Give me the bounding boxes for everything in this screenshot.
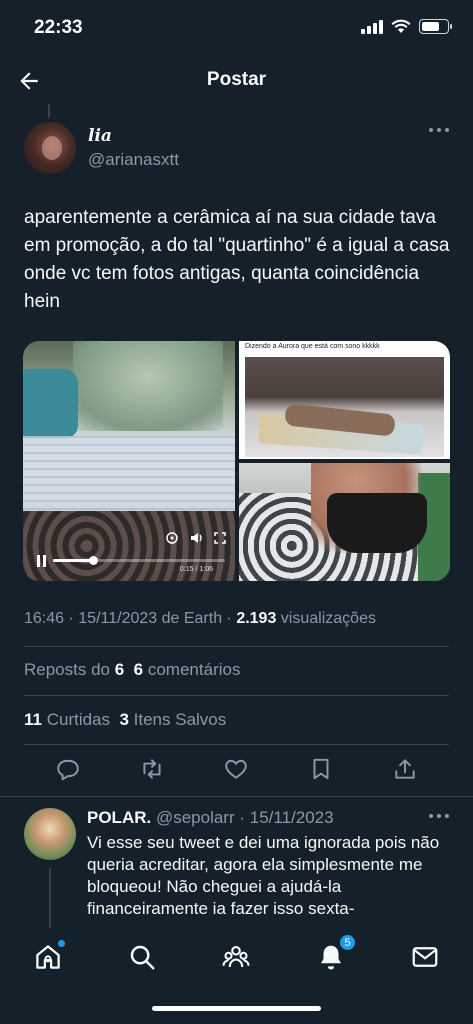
- reply-header: POLAR. @sepolarr · 15/11/2023: [87, 808, 334, 828]
- like-icon[interactable]: [223, 756, 249, 782]
- author-handle[interactable]: @arianasxtt: [88, 150, 179, 170]
- stats-likes-saves: 11 Curtidas 3 Itens Salvos: [24, 710, 226, 730]
- communities-icon: [222, 945, 250, 968]
- pause-icon[interactable]: [37, 555, 47, 567]
- tweet-source: de Earth: [157, 610, 223, 627]
- repost-icon[interactable]: [139, 756, 165, 782]
- photo-caption: Dizendo a Aurora que está com sono kkkkk: [245, 343, 380, 350]
- page-title: Postar: [206, 69, 267, 90]
- video-progress[interactable]: [53, 556, 225, 565]
- tab-communities[interactable]: [221, 942, 251, 972]
- tab-home[interactable]: [33, 940, 65, 972]
- video-time: 0:15 / 1:06: [179, 566, 213, 573]
- saves-stat[interactable]: 3 Itens Salvos: [119, 710, 226, 729]
- reply-text: Vi esse seu tweet e dei uma ignorada poi…: [87, 833, 440, 918]
- reply-author-name[interactable]: POLAR.: [87, 808, 151, 827]
- tweet-media: 0:15 / 1:06 Dizendo a Aurora que está co…: [23, 341, 450, 581]
- views-count: 2.193: [236, 610, 277, 627]
- reply-date: · 15/11/2023: [234, 808, 334, 827]
- status-icons: [361, 19, 452, 34]
- more-options-icon[interactable]: [429, 814, 449, 818]
- tab-messages[interactable]: [410, 942, 440, 972]
- reposts-stat[interactable]: Reposts do 6: [24, 660, 124, 679]
- tweet-text: aparentemente a cerâmica aí na sua cidad…: [24, 207, 450, 312]
- replay-icon[interactable]: [165, 531, 179, 545]
- progress-knob[interactable]: [88, 556, 98, 565]
- divider: [0, 796, 473, 797]
- avatar[interactable]: [24, 122, 76, 174]
- likes-stat[interactable]: 11 Curtidas: [24, 710, 110, 729]
- home-indicator: [152, 1006, 321, 1011]
- mail-icon: [412, 947, 438, 967]
- status-time: 22:33: [34, 17, 83, 38]
- tab-notifications[interactable]: 5: [316, 934, 356, 972]
- battery-icon: [419, 19, 452, 34]
- divider: [24, 695, 449, 696]
- divider: [24, 744, 449, 745]
- avatar[interactable]: [24, 808, 76, 860]
- reply-author-handle[interactable]: @sepolarr: [151, 808, 235, 827]
- share-icon[interactable]: [392, 756, 418, 782]
- wifi-icon: [391, 19, 411, 33]
- author-name[interactable]: lia: [88, 126, 112, 146]
- status-bar: 22:33: [0, 0, 473, 58]
- search-icon: [130, 945, 155, 970]
- tweet-meta: 16:46 · 15/11/2023 de Earth · 2.193 visu…: [24, 610, 376, 627]
- home-icon: [36, 945, 60, 969]
- thread-line: [48, 104, 50, 118]
- views-label: visualizações: [276, 610, 376, 627]
- video-player[interactable]: 0:15 / 1:06: [23, 341, 235, 581]
- media-photo-1[interactable]: Dizendo a Aurora que está com sono kkkkk: [239, 341, 450, 459]
- tweet-time: 16:46: [24, 610, 65, 627]
- bookmark-icon[interactable]: [308, 756, 334, 782]
- notification-dot: [58, 940, 65, 947]
- reply-icon[interactable]: [55, 756, 81, 782]
- volume-icon[interactable]: [189, 531, 203, 545]
- comments-stat[interactable]: 6 comentários: [134, 660, 241, 679]
- stats-reposts-comments: Reposts do 6 6 comentários: [24, 660, 240, 680]
- media-photo-2[interactable]: [239, 463, 450, 581]
- thread-line: [49, 868, 51, 930]
- tweet-actions: [0, 756, 473, 786]
- header: Postar: [0, 58, 473, 104]
- tab-search[interactable]: [127, 942, 157, 972]
- tweet-date: 15/11/2023: [78, 610, 158, 627]
- notifications-badge: 5: [339, 934, 356, 951]
- fullscreen-icon[interactable]: [213, 531, 227, 545]
- cellular-signal-icon: [361, 19, 383, 34]
- more-options-icon[interactable]: [429, 128, 449, 132]
- tweet-author: lia @arianasxtt: [24, 122, 449, 176]
- reply-tweet[interactable]: POLAR. @sepolarr · 15/11/2023 Vi esse se…: [0, 808, 473, 930]
- divider: [24, 646, 449, 647]
- video-controls: 0:15 / 1:06: [23, 521, 235, 581]
